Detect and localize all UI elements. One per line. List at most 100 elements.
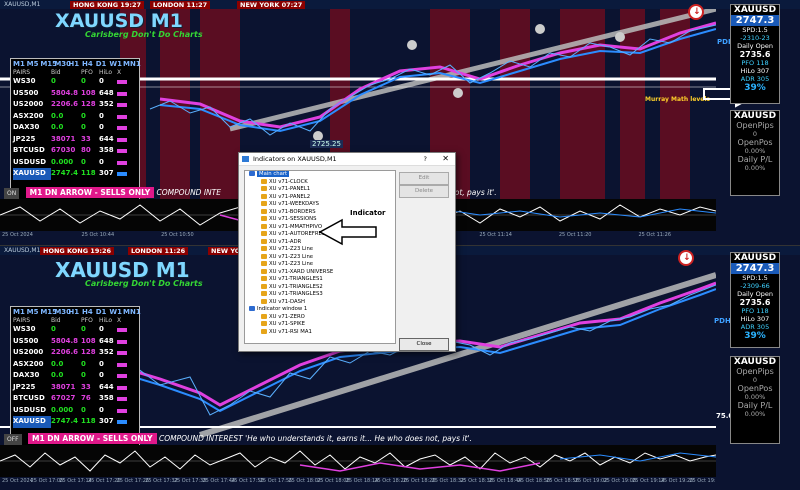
tree-indicator-item[interactable]: XU v71-TRIANGLES1 [245, 276, 395, 284]
timeframe-label[interactable]: M1 [13, 60, 27, 68]
price-axis-2[interactable] [716, 255, 800, 477]
timeframe-label[interactable]: D1 [96, 60, 110, 68]
table-cell: 0.0 [51, 359, 64, 368]
oscillator-subwindow-2[interactable] [0, 445, 716, 477]
table-row[interactable]: US500 5804.8 108 648 [11, 336, 139, 348]
tree-indicator-item[interactable]: XU v71-Z23 Line [245, 253, 395, 262]
indicator-icon [261, 208, 267, 214]
table-row[interactable]: ASX200 0.0 0 0 [11, 111, 139, 123]
tree-indicator-item[interactable]: XU v71-CLOCK [245, 178, 395, 187]
tree-indicator-item[interactable]: XU v71-Z23 Line [245, 261, 395, 269]
status-toggle[interactable]: ON [4, 188, 20, 199]
tree-item-label: XU v71-Z23 Line [269, 253, 314, 260]
help-icon[interactable]: ? [424, 153, 427, 165]
column-label: X [117, 317, 122, 324]
table-cell: 307 [99, 417, 114, 425]
timeframe-label[interactable]: D1 [96, 308, 110, 316]
table-row[interactable]: XAUUSD 2747.4 118 307 [11, 416, 139, 428]
tree-indicator-item[interactable]: XU v71-TRIANGLES2 [245, 283, 395, 292]
edit-button[interactable]: Edit [399, 172, 449, 185]
timeframe-label[interactable]: M1 [13, 308, 27, 316]
indicator-icon [261, 223, 267, 229]
column-label: Bid [51, 69, 61, 76]
tree-group[interactable]: Main chart [245, 171, 395, 179]
tree-indicator-item[interactable]: XU v71-XARD UNIVERSE [245, 268, 395, 277]
table-row[interactable]: BTCUSD 67030 80 358 [11, 145, 139, 157]
timeframe-label[interactable]: M5 [27, 308, 41, 316]
tree-item-label: XU v71-PANEL1 [269, 186, 311, 192]
indicators-dialog[interactable]: Indicators on XAUUSD,M1 ? ✕ Main chart XU… [238, 152, 456, 352]
tree-indicator-item[interactable]: XU v71-PANEL1 [245, 186, 395, 194]
column-label: PFO [81, 69, 93, 76]
table-cell: 0.0 [51, 371, 64, 379]
table-cell: 76 [81, 394, 91, 402]
left-arrow-annotation-icon [318, 218, 377, 246]
timeframe-label[interactable]: W1 [109, 60, 123, 68]
table-row[interactable]: JP225 38071 33 644 [11, 382, 139, 394]
table-cell: 33 [81, 134, 91, 143]
tree-item-label: XU v71-BORDERS [269, 208, 316, 215]
tree-indicator-item[interactable]: XU v71-Z23 Line [245, 246, 395, 254]
table-row[interactable]: BTCUSD 67027 76 358 [11, 393, 139, 405]
tree-indicator-item[interactable]: XU v71-RSI MA1 [245, 328, 395, 337]
dialog-titlebar[interactable]: Indicators on XAUUSD,M1 ? ✕ [239, 153, 455, 166]
table-row[interactable]: WS30 0 0 0 [11, 76, 139, 88]
trend-swatch [117, 149, 127, 153]
tree-indicator-item[interactable]: XU v71-PANEL2 [245, 193, 395, 202]
tree-group[interactable]: Indicator window 1 [245, 306, 395, 314]
table-cell: 0 [99, 157, 104, 166]
table-cell: 2206.6 [51, 348, 79, 356]
timeframe-label[interactable]: MN1 [123, 308, 141, 316]
timeframe-label[interactable]: M30 [54, 308, 71, 316]
timeframe-label[interactable]: H4 [82, 60, 96, 68]
table-cell: 0 [81, 111, 86, 120]
close-button[interactable]: Close [399, 338, 449, 351]
tree-item-label: XU v71-TRIANGLES1 [269, 276, 323, 282]
status-message-2: COMPOUND INTEREST 'He who understands it… [158, 434, 472, 443]
tree-indicator-item[interactable]: XU v71-WEEKDAYS [245, 201, 395, 209]
table-cell: 644 [99, 134, 114, 143]
time-tick-label: 25 Oct 11:14 [479, 232, 512, 238]
price-tag: 2725.25 [310, 140, 343, 148]
indicator-icon [261, 268, 267, 274]
table-row[interactable]: US2000 2206.6 128 352 [11, 347, 139, 359]
timeframe-label[interactable]: H1 [68, 60, 82, 68]
table-cell: 67027 [51, 394, 76, 402]
tree-indicator-item[interactable]: XU v71-ZERO [245, 313, 395, 322]
timeframe-label[interactable]: M5 [27, 60, 41, 68]
timeframe-label[interactable]: M15 [40, 308, 57, 316]
brand-logo-icon: ↓ [688, 4, 704, 20]
timeframe-label[interactable]: H1 [68, 308, 82, 316]
close-icon[interactable]: ✕ [442, 153, 449, 165]
tree-indicator-item[interactable]: XU v71-DASH [245, 298, 395, 307]
table-cell: DAX30 [13, 371, 40, 379]
timeframe-label[interactable]: MN1 [123, 60, 141, 68]
table-row[interactable]: DAX30 0.0 0 0 [11, 370, 139, 382]
table-row[interactable]: USDUSD 0.000 0 0 [11, 405, 139, 417]
table-row[interactable]: WS30 0 0 0 [11, 324, 139, 336]
indicator-tree[interactable]: Main chart XU v71-CLOCK XU v71-PANEL1 XU v7… [244, 170, 396, 344]
tree-indicator-item[interactable]: XU v71-SPIKE [245, 321, 395, 329]
table-cell: 352 [99, 100, 114, 108]
table-row[interactable]: XAUUSD 2747.4 118 307 [11, 168, 139, 180]
table-row[interactable]: US500 5804.8 108 648 [11, 88, 139, 100]
timeframe-label[interactable]: H4 [82, 308, 96, 316]
timeframe-label[interactable]: M30 [54, 60, 71, 68]
timeframe-label[interactable]: M15 [40, 60, 57, 68]
table-row[interactable]: JP225 38071 33 644 [11, 134, 139, 146]
table-cell: 0 [81, 371, 86, 379]
table-row[interactable]: US2000 2206.6 128 352 [11, 99, 139, 111]
table-cell: 67030 [51, 146, 76, 154]
timeframe-label[interactable]: W1 [109, 308, 123, 316]
status-message: COMPOUND INTE [156, 188, 221, 197]
table-cell: 0.000 [51, 405, 74, 414]
table-row[interactable]: ASX200 0.0 0 0 [11, 359, 139, 371]
table-row[interactable]: DAX30 0.0 0 0 [11, 122, 139, 134]
tree-item-label: XU v71-RSI MA1 [269, 328, 312, 335]
tree-indicator-item[interactable]: XU v71-TRIANGLES3 [245, 291, 395, 299]
price-axis[interactable] [716, 9, 800, 231]
delete-button[interactable]: Delete [399, 185, 449, 198]
table-row[interactable]: USDUSD 0.000 0 0 [11, 157, 139, 169]
table-cell: 0 [81, 157, 86, 166]
status-toggle-2[interactable]: OFF [4, 434, 22, 445]
